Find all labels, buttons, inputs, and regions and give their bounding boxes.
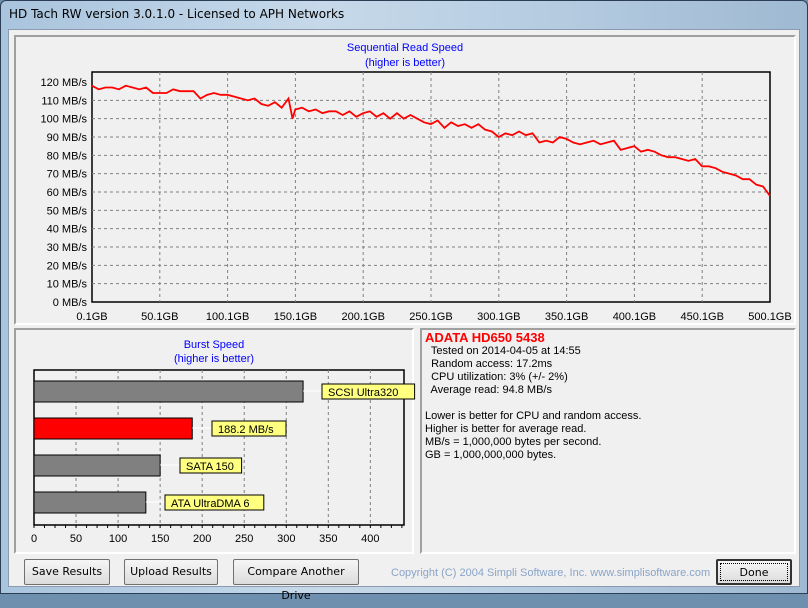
x-tick-label: 400 bbox=[361, 533, 379, 545]
bar-label: 188.2 MB/s bbox=[218, 424, 274, 436]
note-line: GB = 1,000,000,000 bytes. bbox=[425, 449, 557, 461]
burst-bar bbox=[33, 380, 304, 403]
x-tick-label: 350.1GB bbox=[545, 311, 588, 323]
done-button[interactable]: Done bbox=[716, 559, 792, 585]
compare-another-drive-button[interactable]: Compare Another Drive bbox=[233, 559, 359, 602]
x-tick-label: 400.1GB bbox=[613, 311, 656, 323]
burst-speed-chart: 0 50 100 150 200 250 300 350 400 SCSI Ultra320 188… bbox=[31, 369, 416, 545]
drive-info-panel: ADATA HD650 5438 Tested on 2014-04-05 at… bbox=[420, 328, 796, 554]
copyright-text: Copyright (C) 2004 Simpli Software, Inc.… bbox=[391, 567, 711, 579]
drive-name: ADATA HD650 5438 bbox=[425, 330, 545, 345]
x-tick-label: 300 bbox=[277, 533, 295, 545]
upload-results-button[interactable]: Upload Results bbox=[124, 559, 218, 585]
cpu-utilization: CPU utilization: 3% (+/- 2%) bbox=[425, 371, 568, 383]
x-tick-label: 350 bbox=[319, 533, 337, 545]
x-tick-label: 450.1GB bbox=[680, 311, 723, 323]
bar-label: SATA 150 bbox=[186, 461, 234, 473]
x-tick-label: 50 bbox=[70, 533, 82, 545]
random-access: Random access: 17.2ms bbox=[425, 358, 553, 370]
burst-bar bbox=[33, 417, 193, 440]
x-tick-label: 300.1GB bbox=[477, 311, 520, 323]
burst-bar bbox=[33, 491, 147, 514]
note-line: MB/s = 1,000,000 bytes per second. bbox=[425, 436, 602, 448]
bar-label: SCSI Ultra320 bbox=[328, 387, 398, 399]
x-tick-label: 100 bbox=[109, 533, 127, 545]
x-tick-label: 200 bbox=[193, 533, 211, 545]
bar-label: ATA UltraDMA 6 bbox=[171, 498, 249, 510]
x-tick-label: 0 bbox=[31, 533, 37, 545]
average-read: Average read: 94.8 MB/s bbox=[425, 384, 552, 396]
x-tick-label: 250 bbox=[235, 533, 253, 545]
save-results-button[interactable]: Save Results bbox=[24, 559, 110, 585]
burst-bar bbox=[33, 454, 161, 477]
x-tick-label: 500.1GB bbox=[748, 311, 791, 323]
note-line: Higher is better for average read. bbox=[425, 423, 587, 435]
tested-date: Tested on 2014-04-05 at 14:55 bbox=[425, 345, 581, 357]
x-tick-label: 150 bbox=[151, 533, 169, 545]
note-line: Lower is better for CPU and random acces… bbox=[425, 410, 642, 422]
